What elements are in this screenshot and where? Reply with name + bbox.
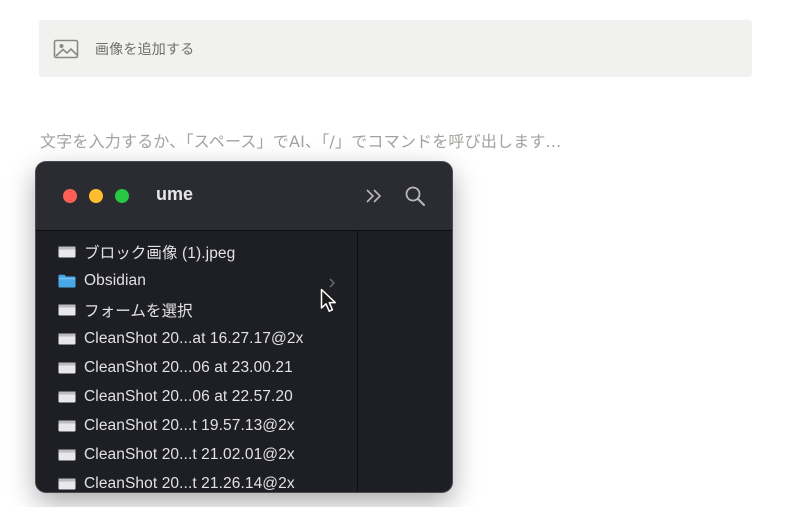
file-name: CleanShot 20...t 19.57.13@2x [84, 416, 295, 434]
image-file-icon [58, 245, 76, 259]
image-file-icon [58, 477, 76, 491]
file-name: ブロック画像 (1).jpeg [84, 244, 236, 262]
list-item[interactable]: CleanShot 20...06 at 23.00.21 [36, 353, 357, 382]
finder-titlebar: ume [36, 162, 452, 231]
list-item[interactable]: CleanShot 20...at 16.27.17@2x [36, 324, 357, 353]
close-window-button[interactable] [63, 189, 77, 203]
list-item[interactable]: CleanShot 20...t 21.02.01@2x [36, 440, 357, 469]
image-icon [53, 38, 79, 60]
image-file-icon [58, 419, 76, 433]
image-file-icon [58, 390, 76, 404]
list-item[interactable]: ブロック画像 (1).jpeg [36, 237, 357, 266]
double-chevron-right-icon[interactable] [362, 184, 386, 208]
finder-window: ume ブロック画像 (1).jpeg Obsidian フォームを選択 Cle… [36, 162, 452, 492]
file-name: CleanShot 20...at 16.27.17@2x [84, 329, 304, 347]
list-item[interactable]: CleanShot 20...06 at 22.57.20 [36, 382, 357, 411]
file-name: CleanShot 20...t 21.26.14@2x [84, 474, 295, 492]
file-name: CleanShot 20...t 21.02.01@2x [84, 445, 295, 463]
window-title: ume [156, 184, 194, 204]
folder-icon [58, 274, 76, 288]
image-file-icon [58, 303, 76, 317]
column-divider[interactable] [357, 231, 358, 492]
column-view: ブロック画像 (1).jpeg Obsidian フォームを選択 CleanSh… [36, 231, 452, 492]
editor-placeholder[interactable]: 文字を入力するか、「スペース」でAI、「/」でコマンドを呼び出します... [40, 128, 561, 152]
list-item[interactable]: フォームを選択 [36, 295, 357, 324]
list-item[interactable]: CleanShot 20...t 19.57.13@2x [36, 411, 357, 440]
list-item[interactable]: CleanShot 20...t 21.26.14@2x [36, 469, 357, 492]
list-item-folder[interactable]: Obsidian [36, 266, 357, 295]
search-icon[interactable] [403, 184, 427, 208]
file-name: Obsidian [84, 271, 146, 289]
image-file-icon [58, 332, 76, 346]
image-file-icon [58, 448, 76, 462]
file-name: CleanShot 20...06 at 22.57.20 [84, 387, 293, 405]
add-image-button[interactable]: 画像を追加する [39, 20, 752, 77]
file-name: フォームを選択 [84, 302, 193, 320]
file-list: ブロック画像 (1).jpeg Obsidian フォームを選択 CleanSh… [36, 237, 357, 492]
zoom-window-button[interactable] [115, 189, 129, 203]
file-name: CleanShot 20...06 at 23.00.21 [84, 358, 293, 376]
image-file-icon [58, 361, 76, 375]
add-image-label: 画像を追加する [95, 41, 195, 58]
minimize-window-button[interactable] [89, 189, 103, 203]
chevron-right-icon [328, 274, 336, 288]
mouse-pointer-icon [320, 288, 338, 314]
